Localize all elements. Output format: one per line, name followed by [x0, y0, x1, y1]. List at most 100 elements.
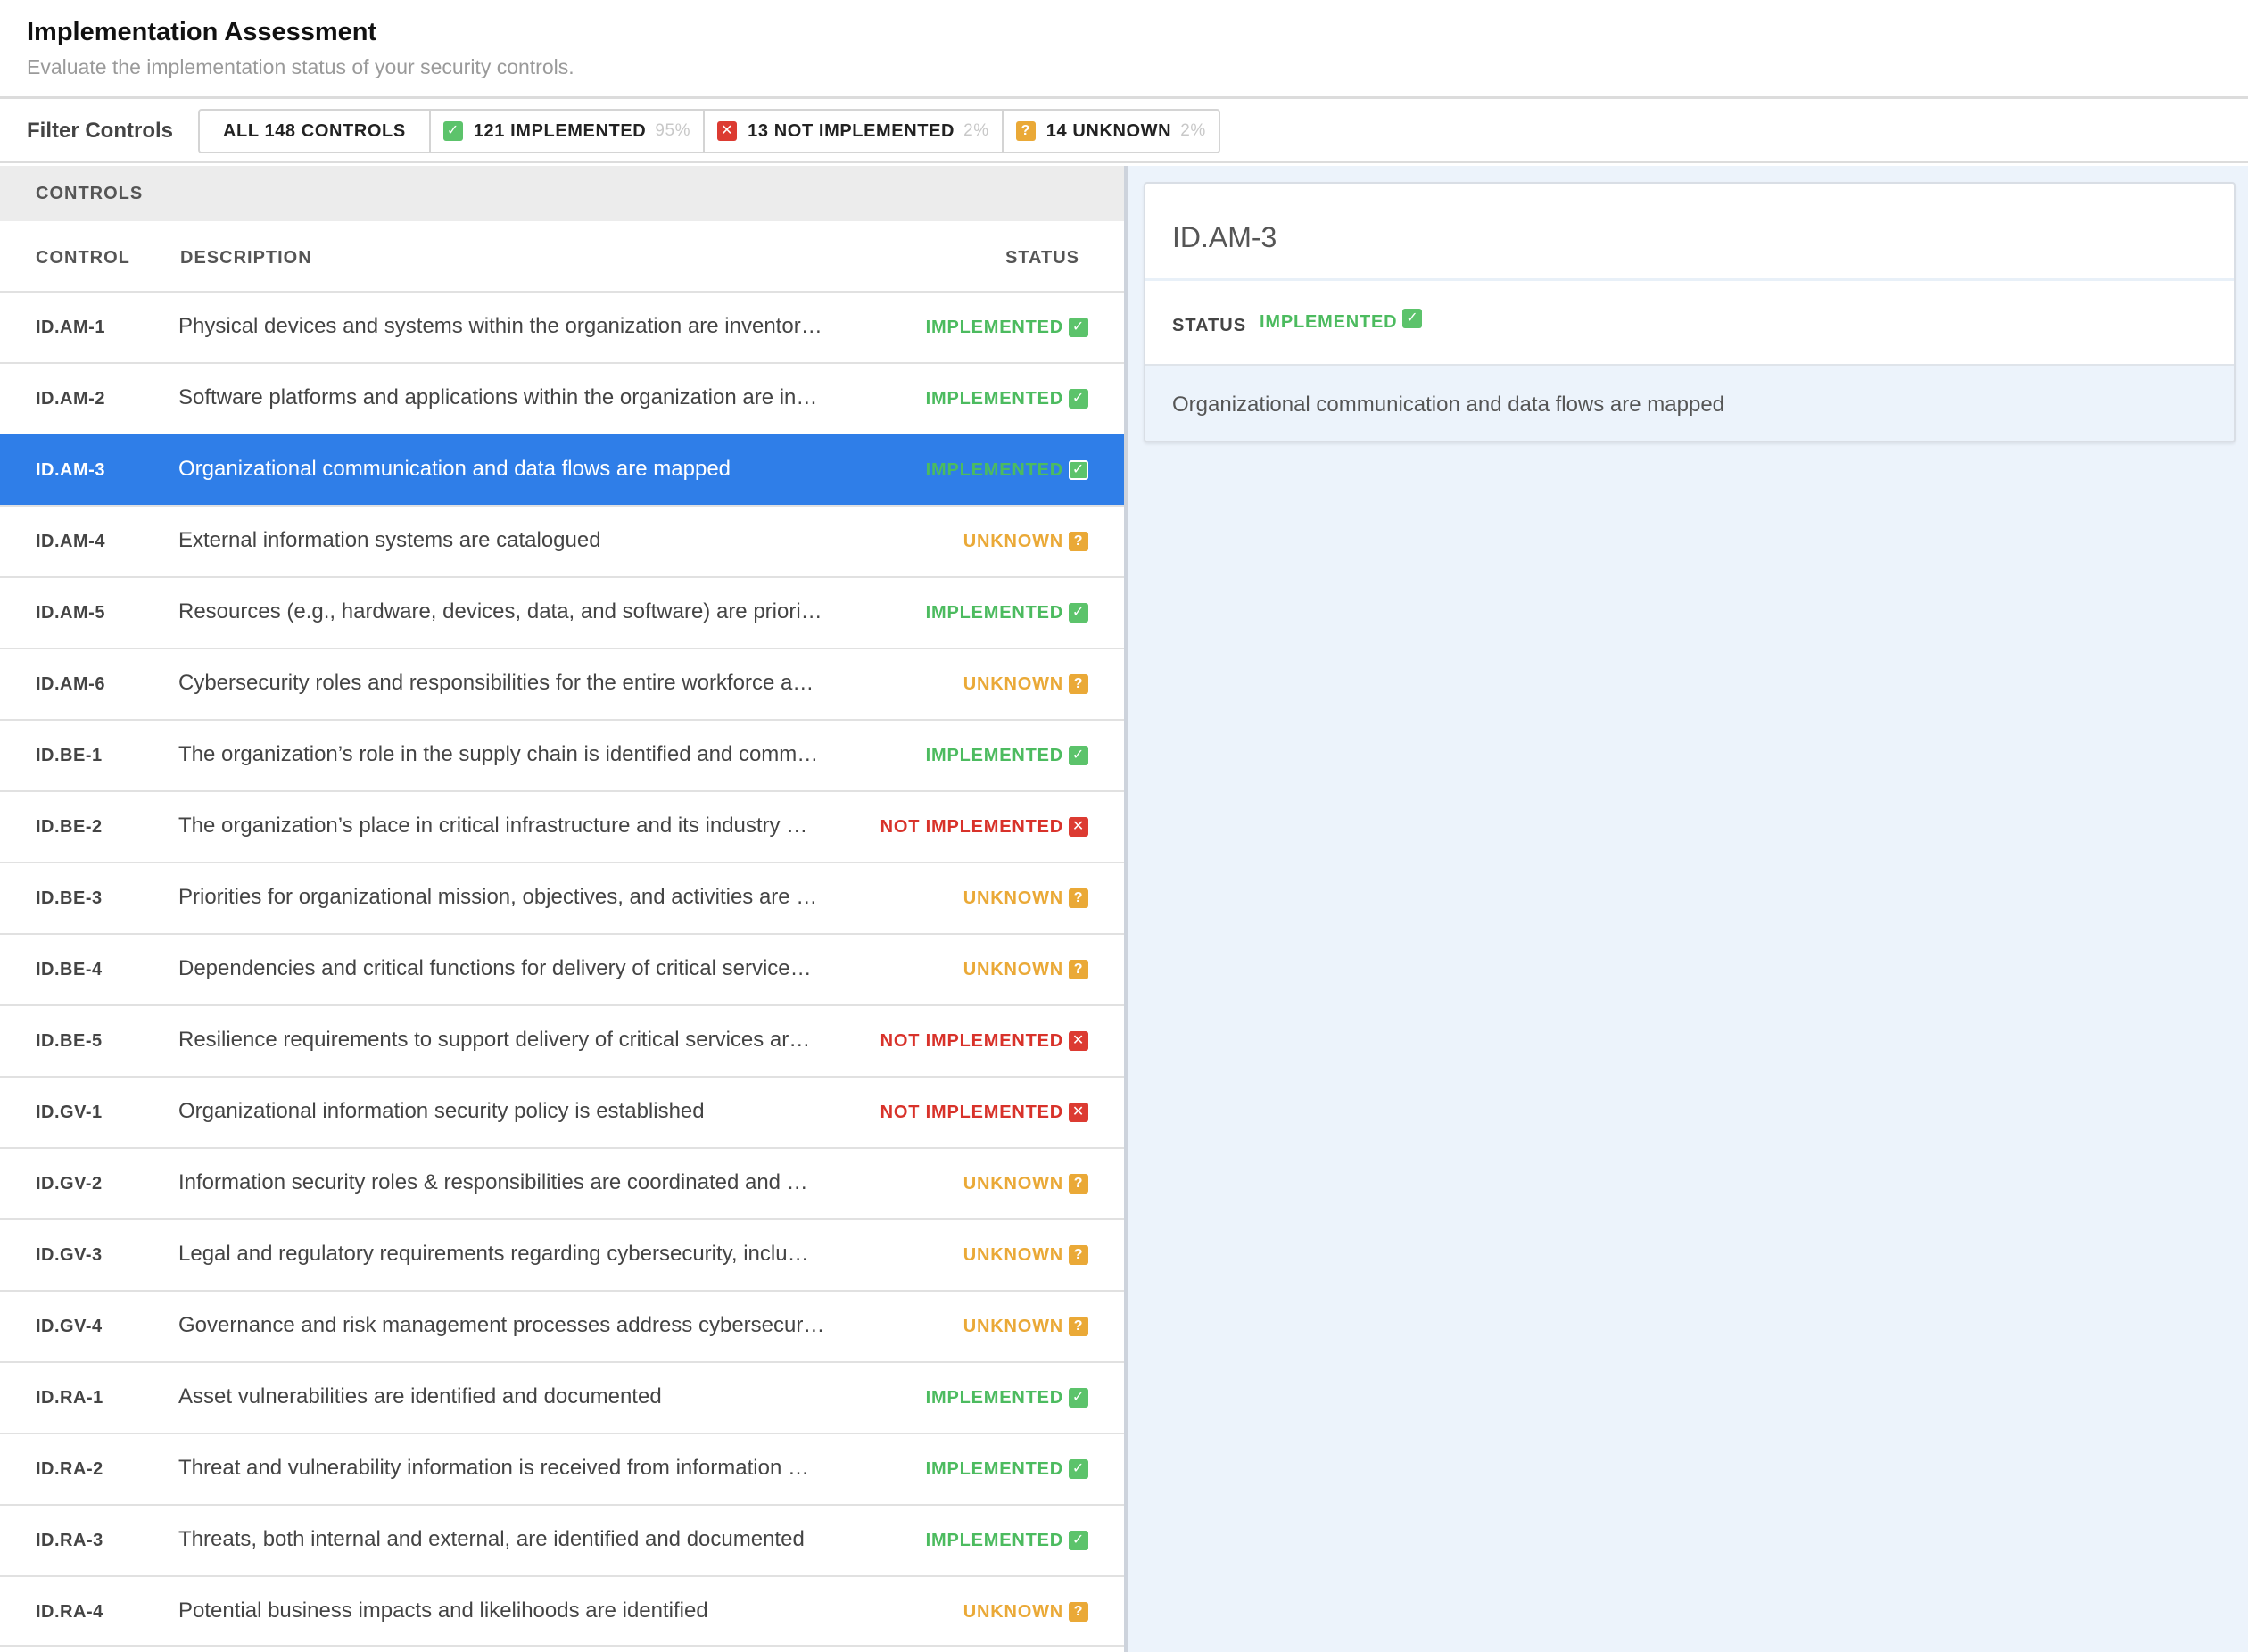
control-description: External information systems are catalog…: [178, 528, 601, 552]
status-text: UNKNOWN: [963, 888, 1063, 908]
detail-status: IMPLEMENTED ✓: [1260, 308, 1423, 333]
column-header-status[interactable]: STATUS: [1005, 248, 1079, 268]
table-row[interactable]: ID.AM-4 External information systems are …: [0, 505, 1124, 576]
status-text: UNKNOWN: [963, 673, 1063, 694]
table-row[interactable]: ID.GV-1 Organizational information securi…: [0, 1076, 1124, 1147]
question-icon: ?: [1069, 1317, 1088, 1336]
table-row[interactable]: ID.BE-1 The organization’s role in the su…: [0, 719, 1124, 790]
control-description: Dependencies and critical functions for …: [178, 956, 812, 980]
status-badge: UNKNOWN?: [963, 1149, 1088, 1218]
control-description: Governance and risk management processes…: [178, 1313, 825, 1337]
control-description: Potential business impacts and likelihoo…: [178, 1598, 708, 1623]
check-icon: ✓: [1069, 318, 1088, 337]
control-id: ID.BE-5: [36, 1031, 103, 1051]
control-description: Physical devices and systems within the …: [178, 314, 822, 338]
control-description: Information security roles & responsibil…: [178, 1170, 808, 1194]
check-icon: ✓: [1402, 308, 1423, 328]
status-badge: UNKNOWN?: [963, 1577, 1088, 1647]
control-description: Threats, both internal and external, are…: [178, 1527, 805, 1551]
question-icon: ?: [1069, 1602, 1088, 1622]
control-id: ID.AM-3: [36, 460, 105, 480]
table-row[interactable]: ID.AM-3 Organizational communication and …: [0, 434, 1124, 505]
status-text: IMPLEMENTED: [925, 1387, 1063, 1408]
status-text: IMPLEMENTED: [925, 1458, 1063, 1479]
status-text: IMPLEMENTED: [925, 745, 1063, 765]
check-icon: ✓: [1069, 603, 1088, 623]
status-badge: NOT IMPLEMENTED ✕: [880, 792, 1088, 862]
status-text: NOT IMPLEMENTED: [880, 1030, 1063, 1051]
control-id: ID.GV-1: [36, 1103, 103, 1122]
status-badge: UNKNOWN?: [963, 1220, 1088, 1290]
question-icon: ?: [1069, 532, 1088, 551]
status-badge: UNKNOWN?: [963, 1292, 1088, 1361]
table-row[interactable]: ID.BE-4 Dependencies and critical functio…: [0, 933, 1124, 1004]
control-id: ID.AM-6: [36, 674, 105, 694]
check-icon: ✓: [1069, 389, 1088, 409]
question-icon: ?: [1069, 888, 1088, 908]
x-icon: ✕: [1069, 1103, 1088, 1122]
table-row[interactable]: ID.RA-3 Threats, both internal and extern…: [0, 1504, 1124, 1575]
filter-all-button[interactable]: ALL 148 CONTROLS: [200, 111, 431, 152]
control-id: ID.RA-4: [36, 1602, 103, 1622]
filter-unknown-button[interactable]: ? 14 UNKNOWN 2%: [1003, 111, 1219, 152]
table-row[interactable]: ID.AM-1 Physical devices and systems with…: [0, 291, 1124, 362]
control-id: ID.BE-2: [36, 817, 103, 837]
status-text: UNKNOWN: [963, 959, 1063, 979]
control-description: Resources (e.g., hardware, devices, data…: [178, 599, 822, 624]
detail-status-label: STATUS: [1172, 316, 1247, 335]
controls-heading-label: CONTROLS: [36, 184, 144, 203]
status-badge: IMPLEMENTED ✓: [926, 435, 1088, 505]
control-id: ID.RA-3: [36, 1531, 103, 1550]
filter-not-implemented-button[interactable]: ✕ 13 NOT IMPLEMENTED 2%: [705, 111, 1004, 152]
control-id: ID.RA-2: [36, 1459, 103, 1479]
table-row[interactable]: ID.GV-4 Governance and risk management pr…: [0, 1290, 1124, 1361]
status-text: IMPLEMENTED: [925, 459, 1063, 480]
x-icon: ✕: [1069, 1031, 1088, 1051]
status-text: NOT IMPLEMENTED: [880, 1102, 1063, 1122]
controls-panel: CONTROLS CONTROL DESCRIPTION STATUS ID.A…: [0, 166, 1124, 1652]
table-row[interactable]: ID.AM-6 Cybersecurity roles and responsib…: [0, 648, 1124, 719]
table-row[interactable]: ID.RA-4 Potential business impacts and li…: [0, 1575, 1124, 1647]
status-badge: UNKNOWN?: [963, 649, 1088, 719]
control-id: ID.BE-3: [36, 888, 103, 908]
x-icon: ✕: [717, 121, 738, 141]
page-subtitle: Evaluate the implementation status of yo…: [27, 55, 574, 78]
filter-implemented-label: 121 IMPLEMENTED: [473, 120, 647, 141]
control-id: ID.AM-5: [36, 603, 105, 623]
table-row[interactable]: ID.GV-2 Information security roles & resp…: [0, 1147, 1124, 1218]
detail-panel: ID.AM-3 STATUS IMPLEMENTED ✓ Organizatio…: [1128, 166, 2248, 1652]
filter-not-implemented-percent: 2%: [963, 121, 989, 140]
control-id: ID.GV-2: [36, 1174, 103, 1194]
column-header-description[interactable]: DESCRIPTION: [180, 248, 312, 268]
filter-implemented-button[interactable]: ✓ 121 IMPLEMENTED 95%: [430, 111, 706, 152]
check-icon: ✓: [442, 121, 463, 141]
status-text: UNKNOWN: [963, 1173, 1063, 1194]
detail-title: ID.AM-3: [1172, 221, 1277, 253]
table-row[interactable]: ID.AM-5 Resources (e.g., hardware, device…: [0, 576, 1124, 648]
status-badge: IMPLEMENTED ✓: [926, 1363, 1088, 1433]
control-description: Priorities for organizational mission, o…: [178, 885, 818, 909]
status-badge: IMPLEMENTED ✓: [926, 578, 1088, 648]
filter-implemented-percent: 95%: [655, 121, 691, 140]
table-row[interactable]: ID.BE-2 The organization’s place in criti…: [0, 790, 1124, 862]
table-row[interactable]: ID.RA-1 Asset vulnerabilities are identif…: [0, 1361, 1124, 1433]
question-icon: ?: [1069, 1245, 1088, 1265]
column-header-control[interactable]: CONTROL: [36, 248, 130, 268]
status-badge: IMPLEMENTED ✓: [926, 364, 1088, 434]
filter-label: Filter Controls: [27, 119, 174, 143]
status-text: IMPLEMENTED: [925, 388, 1063, 409]
control-description: Cybersecurity roles and responsibilities…: [178, 671, 814, 695]
table-row[interactable]: ID.BE-3 Priorities for organizational mis…: [0, 862, 1124, 933]
check-icon: ✓: [1069, 1459, 1088, 1479]
control-id: ID.BE-4: [36, 960, 103, 979]
table-row[interactable]: ID.BE-5 Resilience requirements to suppor…: [0, 1004, 1124, 1076]
table-row[interactable]: ID.GV-3 Legal and regulatory requirements…: [0, 1218, 1124, 1290]
table-row[interactable]: ID.AM-2 Software platforms and applicatio…: [0, 362, 1124, 434]
check-icon: ✓: [1069, 1531, 1088, 1550]
control-description: Software platforms and applications with…: [178, 385, 818, 409]
detail-divider: [1145, 278, 2234, 281]
check-icon: ✓: [1069, 1388, 1088, 1408]
filter-bar: Filter Controls ALL 148 CONTROLS ✓ 121 I…: [0, 99, 2248, 163]
status-badge: NOT IMPLEMENTED ✕: [880, 1078, 1088, 1147]
table-row[interactable]: ID.RA-2 Threat and vulnerability informat…: [0, 1433, 1124, 1504]
